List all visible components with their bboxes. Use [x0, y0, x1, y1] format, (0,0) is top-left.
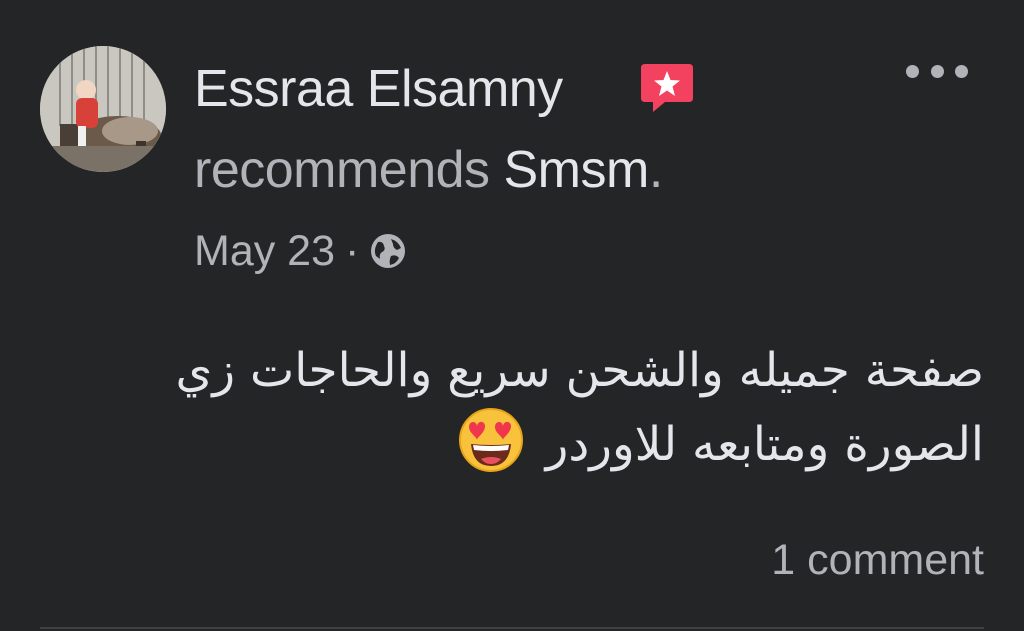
post-text-line-2: الصورة ومتابعه للاوردر [84, 406, 984, 480]
post-text-line: صفحة جميله والشحن سريع والحاجات زي [175, 343, 984, 398]
more-dot-icon [955, 64, 968, 78]
post-body: صفحة جميله والشحن سريع والحاجات زي الصور… [84, 336, 984, 480]
recommends-line: recommends Smsm. [194, 139, 663, 201]
heart-eyes-emoji [458, 408, 523, 472]
post-date[interactable]: May 23 [194, 223, 335, 279]
page-link[interactable]: Smsm [504, 141, 650, 199]
divider [40, 627, 984, 629]
author-name[interactable]: Essraa Elsamny [194, 58, 563, 120]
more-dot-icon [930, 64, 944, 78]
globe-icon[interactable] [369, 232, 407, 270]
period: . [648, 141, 663, 199]
meta-separator: · [345, 227, 360, 275]
more-options-button[interactable] [906, 58, 968, 84]
avatar-photo [40, 46, 166, 172]
recommends-label: recommends [194, 141, 504, 199]
post-meta: May 23 · [194, 223, 407, 279]
post-text-line: الصورة ومتابعه للاوردر [545, 417, 984, 472]
recommendation-star-icon [641, 64, 693, 112]
more-dot-icon [906, 64, 919, 78]
comments-count-link[interactable]: 1 comment [771, 532, 984, 588]
author-avatar[interactable] [40, 46, 166, 172]
